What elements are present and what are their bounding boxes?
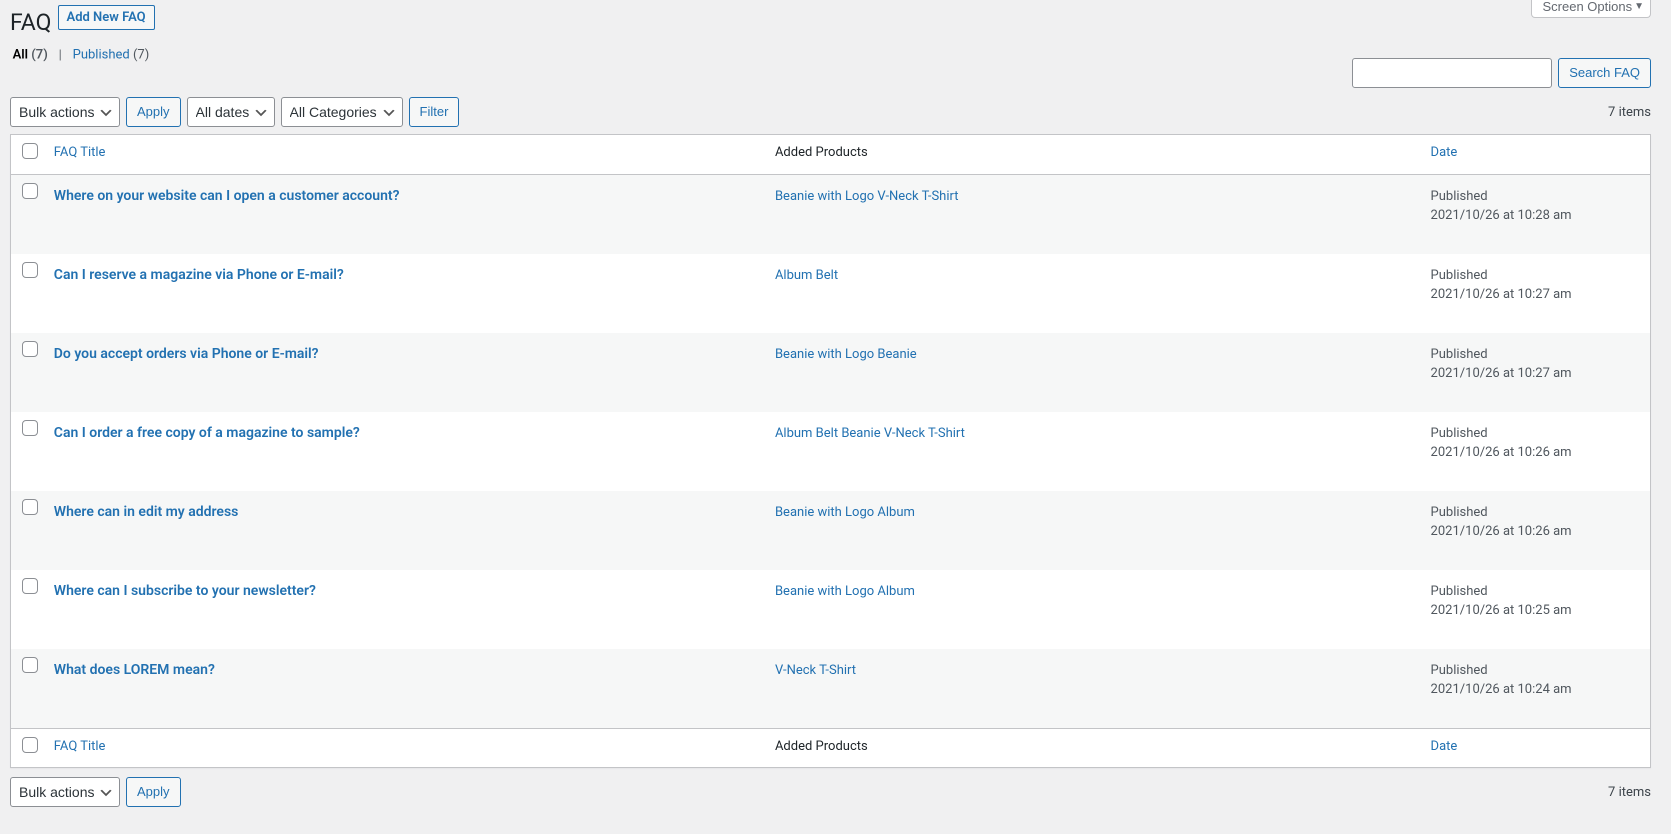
bulk-action-select-bottom[interactable]: Bulk actions [10, 777, 120, 807]
row-date: 2021/10/26 at 10:27 am [1431, 287, 1572, 302]
view-all-count: (7) [31, 48, 48, 63]
screen-options-label: Screen Options [1542, 0, 1632, 14]
filter-button[interactable]: Filter [409, 97, 460, 127]
table-row: Where can I subscribe to your newsletter… [11, 570, 1650, 649]
row-date: 2021/10/26 at 10:25 am [1431, 603, 1572, 618]
row-title-link[interactable]: Do you accept orders via Phone or E-mail… [54, 346, 319, 362]
row-status: Published [1431, 347, 1488, 362]
page-title: FAQ [10, 0, 52, 40]
caret-down-icon: ▼ [1634, 1, 1644, 12]
category-filter-select[interactable]: All Categories [281, 97, 403, 127]
row-title-link[interactable]: Can I order a free copy of a magazine to… [54, 425, 360, 441]
row-checkbox[interactable] [22, 341, 38, 357]
row-products-link[interactable]: Beanie with Logo V-Neck T-Shirt [775, 189, 959, 204]
row-status: Published [1431, 268, 1488, 283]
table-row: Can I reserve a magazine via Phone or E-… [11, 254, 1650, 333]
item-count-top: 7 items [1608, 105, 1651, 120]
row-checkbox[interactable] [22, 657, 38, 673]
search-button[interactable]: Search FAQ [1558, 58, 1651, 88]
col-header-products: Added Products [775, 145, 868, 160]
row-checkbox[interactable] [22, 262, 38, 278]
row-date: 2021/10/26 at 10:26 am [1431, 524, 1572, 539]
apply-button-bottom[interactable]: Apply [126, 777, 181, 807]
row-status: Published [1431, 505, 1488, 520]
col-footer-date[interactable]: Date [1431, 739, 1458, 754]
col-header-date[interactable]: Date [1431, 145, 1458, 160]
row-status: Published [1431, 584, 1488, 599]
row-checkbox[interactable] [22, 578, 38, 594]
select-all-bottom[interactable] [22, 737, 38, 753]
table-row: Can I order a free copy of a magazine to… [11, 412, 1650, 491]
table-row: Do you accept orders via Phone or E-mail… [11, 333, 1650, 412]
row-checkbox[interactable] [22, 420, 38, 436]
col-header-title[interactable]: FAQ Title [54, 145, 106, 160]
row-title-link[interactable]: Where can I subscribe to your newsletter… [54, 583, 316, 599]
row-title-link[interactable]: Can I reserve a magazine via Phone or E-… [54, 267, 344, 283]
search-input[interactable] [1352, 58, 1552, 88]
apply-button-top[interactable]: Apply [126, 97, 181, 127]
bulk-action-select[interactable]: Bulk actions [10, 97, 120, 127]
row-checkbox[interactable] [22, 499, 38, 515]
select-all-top[interactable] [22, 143, 38, 159]
view-published[interactable]: Published (7) [70, 45, 152, 65]
row-products-link[interactable]: Beanie with Logo Beanie [775, 347, 917, 362]
row-title-link[interactable]: Where on your website can I open a custo… [54, 188, 400, 204]
separator: | [54, 48, 67, 63]
col-footer-products: Added Products [775, 739, 868, 754]
item-count-bottom: 7 items [1608, 785, 1651, 800]
row-date: 2021/10/26 at 10:24 am [1431, 682, 1572, 697]
view-published-count: (7) [133, 48, 149, 63]
faq-table: FAQ Title Added Products Date Where on y… [10, 134, 1651, 768]
row-title-link[interactable]: Where can in edit my address [54, 504, 239, 520]
dates-filter-select[interactable]: All dates [187, 97, 275, 127]
view-all[interactable]: All (7) [10, 45, 54, 65]
table-row: Where can in edit my address Beanie with … [11, 491, 1650, 570]
row-status: Published [1431, 426, 1488, 441]
add-new-button[interactable]: Add New FAQ [58, 5, 155, 30]
row-status: Published [1431, 189, 1488, 204]
row-checkbox[interactable] [22, 183, 38, 199]
table-row: What does LOREM mean? V-Neck T-Shirt Publi… [11, 649, 1650, 728]
row-title-link[interactable]: What does LOREM mean? [54, 662, 215, 678]
row-products-link[interactable]: V-Neck T-Shirt [775, 663, 856, 678]
row-products-link[interactable]: Album Belt Beanie V-Neck T-Shirt [775, 426, 965, 441]
view-all-label: All [13, 48, 28, 63]
col-footer-title[interactable]: FAQ Title [54, 739, 106, 754]
row-products-link[interactable]: Album Belt [775, 268, 838, 283]
row-status: Published [1431, 663, 1488, 678]
row-date: 2021/10/26 at 10:26 am [1431, 445, 1572, 460]
view-published-label: Published [73, 48, 130, 63]
row-date: 2021/10/26 at 10:27 am [1431, 366, 1572, 381]
row-products-link[interactable]: Beanie with Logo Album [775, 584, 915, 599]
screen-options-button[interactable]: Screen Options ▼ [1531, 0, 1651, 18]
row-date: 2021/10/26 at 10:28 am [1431, 208, 1572, 223]
row-products-link[interactable]: Beanie with Logo Album [775, 505, 915, 520]
table-row: Where on your website can I open a custo… [11, 175, 1650, 254]
